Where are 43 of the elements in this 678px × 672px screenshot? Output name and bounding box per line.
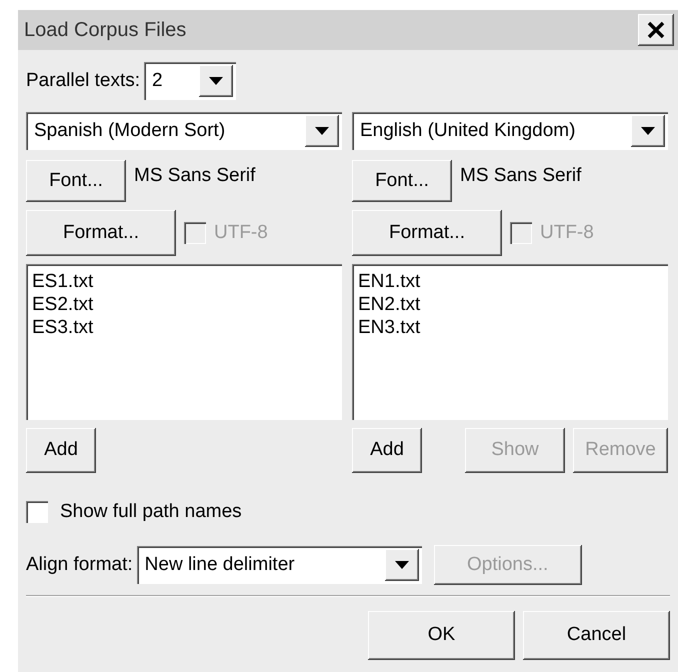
window-title: Load Corpus Files xyxy=(24,18,188,43)
parallel-texts-dropdown[interactable]: 2 xyxy=(144,62,236,100)
file-list-item[interactable]: EN3.txt xyxy=(358,316,420,339)
close-icon xyxy=(647,21,665,39)
dropdown-arrow-button[interactable] xyxy=(199,65,234,97)
dropdown-value: Spanish (Modern Sort) xyxy=(33,118,226,143)
dropdown-value: 2 xyxy=(151,68,164,93)
checkbox-label: UTF-8 xyxy=(540,220,594,245)
caret-icon xyxy=(315,127,329,135)
file-list-item[interactable]: EN2.txt xyxy=(358,293,420,316)
dropdown-arrow-button[interactable] xyxy=(305,115,339,147)
font-name: MS Sans Serif xyxy=(460,164,582,188)
checkbox[interactable] xyxy=(26,501,48,523)
dropdown-value: New line delimiter xyxy=(144,552,296,577)
file-list[interactable]: EN1.txt EN2.txt EN3.txt xyxy=(352,264,668,420)
caret-icon xyxy=(209,77,224,85)
file-list-item[interactable]: EN1.txt xyxy=(358,270,420,293)
file-list[interactable]: ES1.txt ES2.txt ES3.txt xyxy=(26,264,342,420)
font-name: MS Sans Serif xyxy=(134,164,256,188)
field-label: Parallel texts: xyxy=(26,68,140,93)
dropdown-value: English (United Kingdom) xyxy=(359,118,576,143)
language-dropdown[interactable]: English (United Kingdom) xyxy=(352,112,668,150)
close-button[interactable] xyxy=(638,14,674,46)
field-label: Align format: xyxy=(26,552,133,577)
file-list-item[interactable]: ES2.txt xyxy=(32,293,94,316)
push-button[interactable]: Font... xyxy=(26,160,126,202)
caret-icon xyxy=(641,127,655,135)
push-button[interactable]: OK xyxy=(368,611,515,660)
dropdown-arrow-button[interactable] xyxy=(631,115,665,147)
push-button[interactable]: Format... xyxy=(352,210,502,256)
file-list-item[interactable]: ES3.txt xyxy=(32,316,94,339)
language-dropdown[interactable]: Spanish (Modern Sort) xyxy=(26,112,342,150)
push-button[interactable]: Font... xyxy=(352,160,452,202)
align-format-dropdown[interactable]: New line delimiter xyxy=(136,546,422,584)
push-button[interactable]: Format... xyxy=(26,210,176,256)
file-list-item[interactable]: ES1.txt xyxy=(32,270,94,293)
dropdown-arrow-button[interactable] xyxy=(384,549,419,581)
caret-icon xyxy=(394,561,409,569)
checkbox-label: Show full path names xyxy=(60,500,242,524)
checkbox-label: UTF-8 xyxy=(214,220,268,245)
push-button[interactable]: Cancel xyxy=(523,611,670,660)
push-button[interactable]: Add xyxy=(26,428,96,473)
push-button[interactable]: Add xyxy=(352,428,422,473)
